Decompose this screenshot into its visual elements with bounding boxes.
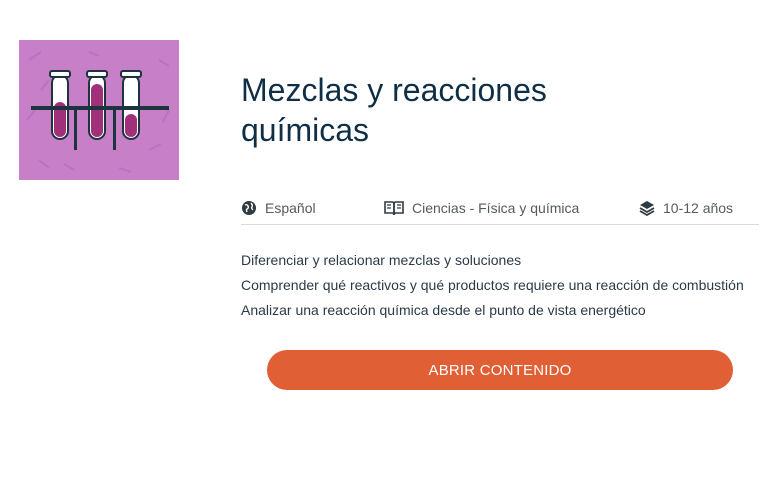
content-meta-bar: Español Ciencias - Física y química 10-1… [241,196,759,225]
objectives-list: Diferenciar y relacionar mezclas y soluc… [241,248,744,323]
language-label: Español [265,200,316,216]
content-title: Mezclas y reacciones químicas [241,72,547,148]
open-book-icon [384,200,404,216]
age-label: 10-12 años [663,200,734,216]
content-thumbnail [19,40,179,180]
globe-icon [241,200,257,216]
objective-item: Analizar una reacción química desde el p… [241,302,646,318]
objective-item: Comprender qué reactivos y qué productos… [241,277,744,293]
objective-item: Diferenciar y relacionar mezclas y soluc… [241,252,522,268]
test-tubes-icon [19,40,179,180]
open-content-button[interactable]: ABRIR CONTENIDO [267,350,733,390]
layers-icon [639,200,655,217]
language-meta: Español [241,200,316,216]
subject-meta: Ciencias - Física y química [384,200,579,216]
subject-label: Ciencias - Física y química [412,200,580,216]
age-meta: 10-12 años [639,200,734,217]
